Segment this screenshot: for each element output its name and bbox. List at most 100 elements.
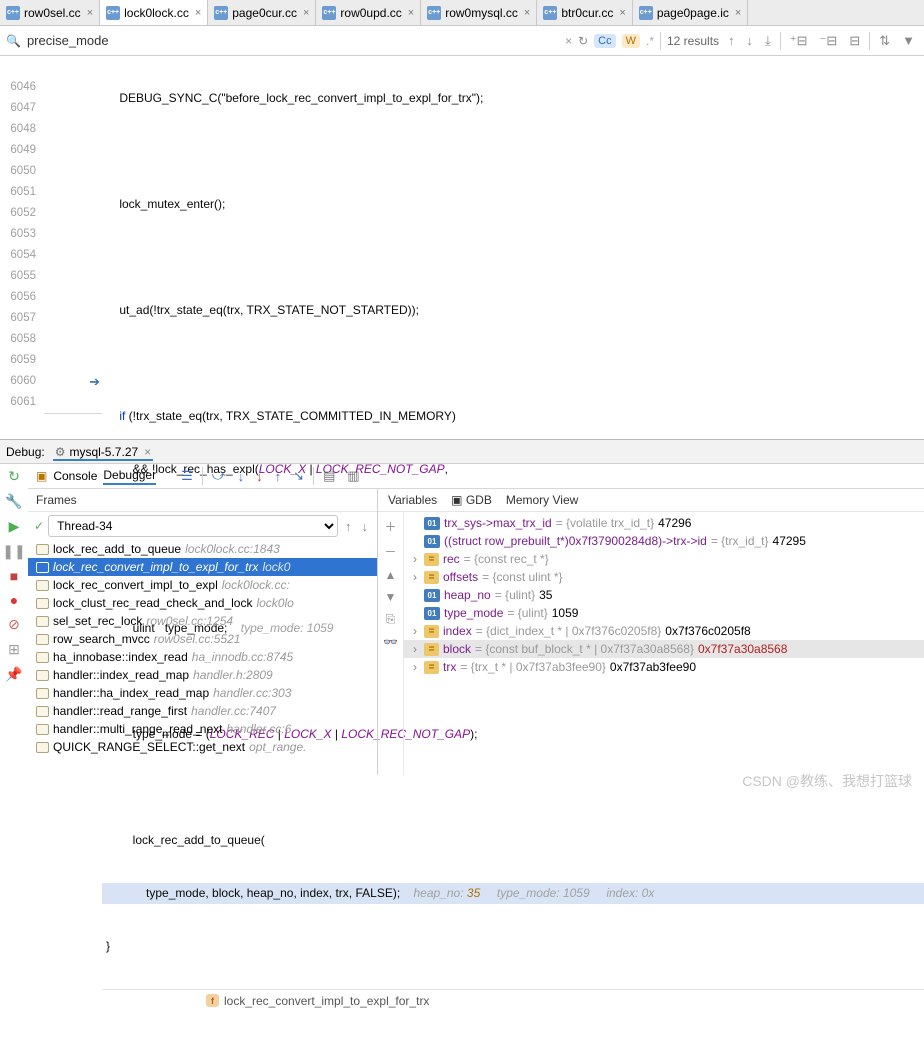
frame-icon: [36, 670, 49, 681]
tab-label: row0sel.cc: [24, 6, 81, 20]
refresh-icon[interactable]: ↻: [578, 34, 588, 48]
force-step-into-icon[interactable]: ↓: [253, 469, 266, 484]
down-icon[interactable]: ▼: [385, 590, 397, 604]
file-tab[interactable]: c++page0cur.cc×: [208, 0, 316, 25]
close-tab-icon[interactable]: ×: [524, 7, 530, 19]
code-area[interactable]: DEBUG_SYNC_C("before_lock_rec_convert_im…: [102, 56, 924, 439]
close-tab-icon[interactable]: ×: [303, 7, 309, 19]
chevron-icon[interactable]: ›: [410, 552, 420, 566]
frame-row[interactable]: lock_rec_convert_impl_to_expl_for_trx lo…: [28, 558, 377, 576]
show-frames-icon[interactable]: ☰: [178, 468, 196, 484]
step-into-icon[interactable]: ↓: [235, 469, 248, 484]
variable-row[interactable]: ›= block = {const buf_block_t * | 0x7f37…: [404, 640, 924, 658]
step-out-icon[interactable]: ↑: [272, 469, 285, 484]
chevron-icon[interactable]: ›: [410, 642, 420, 656]
file-tab[interactable]: c++page0page.ic×: [633, 0, 749, 25]
chevron-icon[interactable]: ›: [410, 660, 420, 674]
frame-icon: [36, 724, 49, 735]
variable-row[interactable]: 01 heap_no = {ulint} 35: [404, 586, 924, 604]
match-case-toggle[interactable]: Cc: [594, 34, 615, 48]
memory-view-label[interactable]: Memory View: [506, 493, 578, 507]
frame-row[interactable]: handler::multi_range_read_next handler.c…: [28, 720, 377, 738]
file-tab[interactable]: c++row0mysql.cc×: [421, 0, 537, 25]
prev-frame-icon[interactable]: ↑: [342, 519, 355, 534]
stop-icon[interactable]: ■: [10, 568, 18, 584]
up-icon[interactable]: ▲: [385, 568, 397, 582]
file-tab[interactable]: c++row0sel.cc×: [0, 0, 100, 25]
prev-result-icon[interactable]: ↑: [725, 33, 738, 48]
console-icon: ▣: [36, 469, 47, 483]
variable-row[interactable]: 01 trx_sys->max_trx_id = {volatile trx_i…: [404, 514, 924, 532]
pause-icon[interactable]: ❚❚: [2, 543, 25, 560]
rerun-icon[interactable]: ↻: [8, 468, 20, 485]
close-tab-icon[interactable]: ×: [195, 7, 201, 19]
trace-icon[interactable]: ▥: [344, 468, 362, 484]
tab-console[interactable]: Console: [53, 469, 97, 483]
remove-watch-icon[interactable]: －: [384, 543, 396, 560]
frame-icon: [36, 652, 49, 663]
add-selection-icon[interactable]: ⁺⊟: [787, 33, 811, 49]
frame-row[interactable]: handler::ha_index_read_map handler.cc:30…: [28, 684, 377, 702]
evaluate-icon[interactable]: ▤: [320, 468, 338, 484]
filter-icon[interactable]: ▼: [899, 33, 918, 48]
frame-row[interactable]: handler::index_read_map handler.h:2809: [28, 666, 377, 684]
settings-icon[interactable]: ⇅: [876, 33, 893, 49]
pin-icon[interactable]: 📌: [5, 666, 22, 683]
value-icon: 01: [424, 589, 440, 602]
tab-label: row0upd.cc: [340, 6, 401, 20]
frame-icon: [36, 598, 49, 609]
breadcrumb[interactable]: flock_rec_convert_impl_to_expl_for_trx: [102, 989, 924, 1011]
frame-row[interactable]: handler::read_range_first handler.cc:740…: [28, 702, 377, 720]
next-result-icon[interactable]: ↓: [744, 33, 757, 48]
file-tab[interactable]: c++btr0cur.cc×: [537, 0, 632, 25]
value-icon: 01: [424, 517, 440, 530]
variable-row[interactable]: ›= index = {dict_index_t * | 0x7f376c020…: [404, 622, 924, 640]
run-config[interactable]: ⚙mysql-5.7.27×: [53, 443, 153, 461]
file-tab[interactable]: c++lock0lock.cc×: [100, 0, 208, 25]
gdb-label[interactable]: ▣ GDB: [451, 493, 492, 507]
open-in-find-icon[interactable]: ⤓: [762, 33, 774, 49]
file-tab[interactable]: c++row0upd.cc×: [316, 0, 421, 25]
thread-select[interactable]: Thread-34: [48, 515, 338, 537]
layout-icon[interactable]: ⊞: [8, 641, 20, 658]
close-tab-icon[interactable]: ×: [408, 7, 414, 19]
run-to-cursor-icon[interactable]: ↘: [290, 468, 307, 484]
tab-label: lock0lock.cc: [124, 6, 189, 20]
next-frame-icon[interactable]: ↓: [359, 519, 372, 534]
frame-row[interactable]: QUICK_RANGE_SELECT::get_next opt_range.: [28, 738, 377, 756]
frame-row[interactable]: row_search_mvcc row0sel.cc:5521: [28, 630, 377, 648]
regex-toggle[interactable]: .*: [646, 34, 654, 48]
wrench-icon[interactable]: 🔧: [5, 493, 22, 510]
chevron-icon[interactable]: ›: [410, 570, 420, 584]
resume-icon[interactable]: ▶: [9, 518, 20, 535]
frame-row[interactable]: lock_rec_add_to_queue lock0lock.cc:1843: [28, 540, 377, 558]
select-all-icon[interactable]: ⊟: [846, 33, 863, 49]
variable-row[interactable]: ›= rec = {const rec_t *}: [404, 550, 924, 568]
add-watch-icon[interactable]: ＋: [384, 518, 396, 535]
close-tab-icon[interactable]: ×: [735, 7, 741, 19]
breakpoints-icon[interactable]: ●: [10, 592, 18, 608]
chevron-icon[interactable]: ›: [410, 624, 420, 638]
variable-row[interactable]: 01 type_mode = {ulint} 1059: [404, 604, 924, 622]
clear-icon[interactable]: ×: [565, 34, 572, 48]
variable-row[interactable]: ›= offsets = {const ulint *}: [404, 568, 924, 586]
copy-icon[interactable]: ⎘: [386, 612, 396, 627]
step-over-icon[interactable]: ⤻: [209, 468, 229, 484]
frame-row[interactable]: sel_set_rec_lock row0sel.cc:1254: [28, 612, 377, 630]
frame-row[interactable]: ha_innobase::index_read ha_innodb.cc:874…: [28, 648, 377, 666]
close-tab-icon[interactable]: ×: [87, 7, 93, 19]
close-tab-icon[interactable]: ×: [619, 7, 625, 19]
frame-row[interactable]: lock_rec_convert_impl_to_expl lock0lock.…: [28, 576, 377, 594]
search-input[interactable]: [27, 33, 559, 48]
remove-selection-icon[interactable]: ⁻⊟: [817, 33, 841, 49]
glasses-icon[interactable]: 👓: [383, 635, 398, 649]
variable-row[interactable]: ›= trx = {trx_t * | 0x7f37ab3fee90} 0x7f…: [404, 658, 924, 676]
close-config-icon[interactable]: ×: [144, 445, 151, 459]
variable-row[interactable]: 01 ((struct row_prebuilt_t*)0x7f37900284…: [404, 532, 924, 550]
mute-breakpoints-icon[interactable]: ⊘: [8, 616, 20, 633]
frame-row[interactable]: lock_clust_rec_read_check_and_lock lock0…: [28, 594, 377, 612]
whole-word-toggle[interactable]: W: [622, 34, 640, 48]
tab-debugger[interactable]: Debugger: [103, 468, 156, 485]
results-count: 12 results: [667, 34, 719, 48]
cpp-icon: c++: [427, 6, 441, 20]
